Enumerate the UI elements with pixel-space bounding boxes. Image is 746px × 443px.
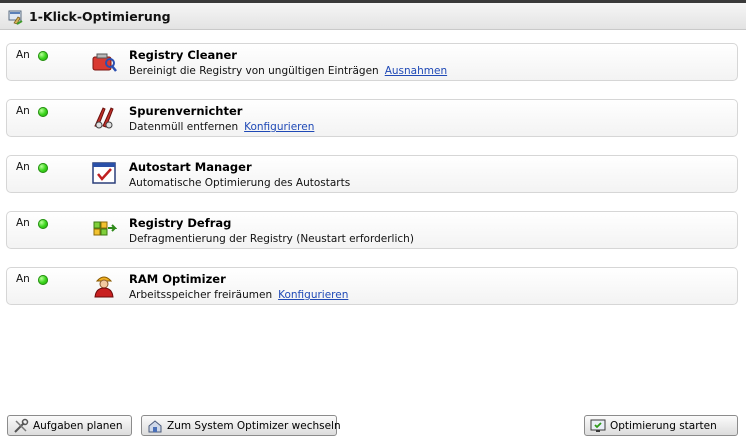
status-on-indicator[interactable] [38,107,48,117]
monitor-check-icon [590,419,606,432]
module-title: Autostart Manager [129,160,252,174]
status-label: An [16,105,30,117]
schedule-tasks-label: Aufgaben planen [33,419,123,432]
system-optimizer-icon [148,419,162,432]
schedule-tasks-button[interactable]: Aufgaben planen [7,415,132,436]
status-on-indicator[interactable] [38,51,48,61]
start-optimization-label: Optimierung starten [610,419,717,432]
switch-to-system-optimizer-button[interactable]: Zum System Optimizer wechseln [141,415,341,436]
module-title: Registry Defrag [129,216,232,230]
status-on-indicator[interactable] [38,219,48,229]
module-description-text: Datenmüll entfernen [129,121,239,133]
module-description: Defragmentierung der Registry (Neustart … [129,233,414,245]
status-on-indicator[interactable] [38,275,48,285]
autostart-icon [92,162,116,184]
configure-link[interactable]: Konfigurieren [244,121,314,133]
module-description-text: Bereinigt die Registry von ungültigen Ei… [129,65,379,77]
module-row-trace-eraser[interactable]: An Spurenvernichter Datenmüll entfernen K… [6,99,738,137]
page-title: 1-Klick-Optimierung [29,9,171,24]
status-label: An [16,273,30,285]
module-row-autostart-manager[interactable]: An Autostart Manager Automatische Optimi… [6,155,738,193]
module-description: Arbeitsspeicher freiräumen Konfigurieren [129,289,348,301]
configure-link[interactable]: Konfigurieren [278,289,348,301]
defrag-icon [93,221,117,236]
module-description: Datenmüll entfernen Konfigurieren [129,121,314,133]
status-label: An [16,49,30,61]
status-label: An [16,161,30,173]
module-row-registry-defrag[interactable]: An Registry Defrag Defragmentierung der … [6,211,738,249]
status-on-indicator[interactable] [38,163,48,173]
worker-icon [94,276,114,298]
module-title: Spurenvernichter [129,104,243,118]
trace-eraser-icon [94,107,114,129]
tools-icon [14,418,29,433]
module-row-registry-cleaner[interactable]: An Registry Cleaner Bereinigt die Regist… [6,43,738,81]
module-row-ram-optimizer[interactable]: An RAM Optimizer Arbeitsspeicher freiräu… [6,267,738,305]
module-title: Registry Cleaner [129,48,237,62]
module-description: Automatische Optimierung des Autostarts [129,177,351,189]
module-description: Bereinigt die Registry von ungültigen Ei… [129,65,447,77]
module-title: RAM Optimizer [129,272,226,286]
broom-icon [8,10,23,25]
module-description-text: Arbeitsspeicher freiräumen [129,289,273,301]
section-header: 1-Klick-Optimierung [0,3,746,30]
status-label: An [16,217,30,229]
switch-label: Zum System Optimizer wechseln [167,419,341,432]
exceptions-link[interactable]: Ausnahmen [385,65,447,77]
registry-cleaner-icon [92,53,117,72]
start-optimization-button[interactable]: Optimierung starten [584,415,738,436]
